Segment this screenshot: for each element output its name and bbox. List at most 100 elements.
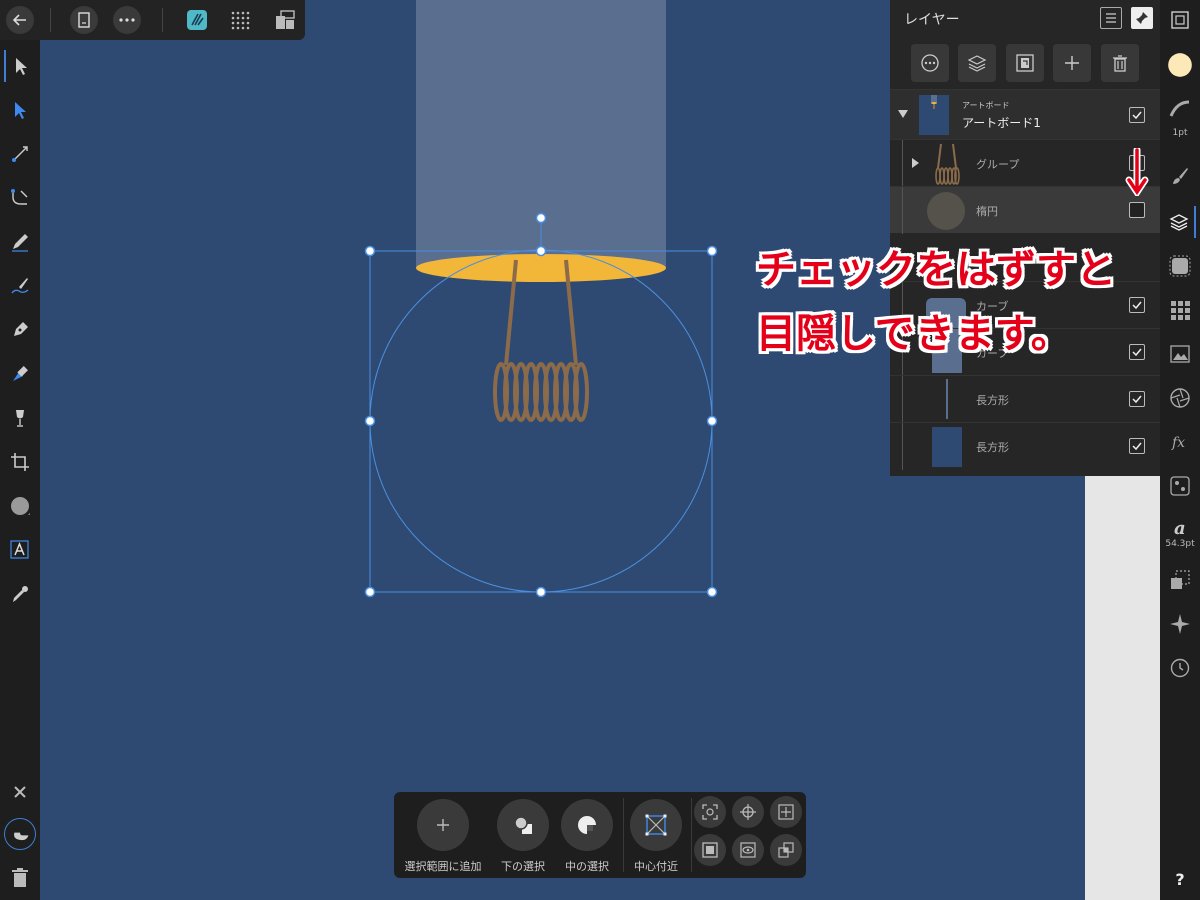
annotation-text: チェックをはずすと 目隠しできます。 <box>756 238 1156 366</box>
help-button[interactable]: ? <box>1160 870 1200 889</box>
layers-icon <box>1169 214 1189 231</box>
pencil-tool[interactable] <box>4 226 36 258</box>
layer-thumbnail <box>946 379 948 419</box>
styles-icon <box>1170 476 1190 496</box>
rotation-handle[interactable] <box>535 212 547 224</box>
appearance-button[interactable] <box>1164 382 1196 414</box>
color-picker-tool[interactable] <box>4 578 36 610</box>
resize-handle-br[interactable] <box>706 586 718 598</box>
snap-option-6-button[interactable] <box>770 834 802 866</box>
crop-tool[interactable] <box>4 446 36 478</box>
vector-brush-tool[interactable] <box>4 270 36 302</box>
brushes-button[interactable] <box>1164 160 1196 192</box>
snapping-button[interactable] <box>4 818 36 850</box>
snap-option-4-button[interactable] <box>694 834 726 866</box>
snapping-compass-button[interactable] <box>1164 608 1196 640</box>
snap-frame-icon <box>702 842 718 858</box>
more-button[interactable] <box>113 6 141 34</box>
point-transform-tool[interactable] <box>4 138 36 170</box>
select-under-button[interactable] <box>497 799 549 851</box>
assets-button[interactable] <box>1164 338 1196 370</box>
document-icon <box>78 12 90 28</box>
resize-handle-b[interactable] <box>535 586 547 598</box>
trash-icon <box>1113 55 1127 72</box>
add-layer-button[interactable] <box>1053 44 1091 82</box>
close-button[interactable] <box>4 776 36 808</box>
arrow-left-icon <box>12 14 26 26</box>
node-tool[interactable] <box>4 94 36 126</box>
mask-button[interactable] <box>1006 44 1044 82</box>
delete-layer-button[interactable] <box>1101 44 1139 82</box>
layers-button[interactable] <box>1164 206 1196 238</box>
layers-stack-icon <box>967 55 987 72</box>
disclosure-right-icon[interactable] <box>911 157 920 169</box>
shape-tool[interactable] <box>4 490 36 522</box>
resize-handle-r[interactable] <box>706 415 718 427</box>
visibility-checkbox[interactable] <box>1129 391 1145 407</box>
layer-row-group[interactable]: グループ <box>890 139 1160 187</box>
visibility-checkbox[interactable] <box>1129 107 1145 123</box>
snap-option-5-button[interactable] <box>732 834 764 866</box>
visibility-checkbox[interactable] <box>1129 202 1145 218</box>
tools-panel <box>0 40 40 900</box>
text-tool[interactable] <box>4 534 36 566</box>
point-transform-icon <box>12 146 28 162</box>
add-layer-stack-button[interactable] <box>958 44 996 82</box>
stroke-button[interactable] <box>1164 93 1196 125</box>
stock-button[interactable] <box>1164 294 1196 326</box>
pixel-persona-button[interactable] <box>228 8 252 32</box>
aperture-icon <box>1170 388 1190 408</box>
select-inside-label: 中の選択 <box>565 860 609 873</box>
crop-icon <box>11 453 29 471</box>
layer-row-ellipse[interactable]: 楕円 <box>890 186 1160 234</box>
export-persona-button[interactable] <box>273 8 297 32</box>
fill-tool[interactable] <box>4 358 36 390</box>
fx-button[interactable]: fx <box>1164 426 1196 458</box>
transparency-tool[interactable] <box>4 402 36 434</box>
pin-panel-button[interactable] <box>1131 7 1153 29</box>
app-window: レイヤー アートボード アートボード1 グループ 楕円 カーブ カーブ 長方形 … <box>0 0 1200 900</box>
layer-thumbnail <box>935 143 960 185</box>
layer-row-rectangle[interactable]: 長方形 <box>890 375 1160 423</box>
resize-handle-l[interactable] <box>364 415 376 427</box>
snap-option-2-button[interactable] <box>732 796 764 828</box>
transform-icon <box>1171 570 1190 589</box>
visibility-checkbox[interactable] <box>1129 438 1145 454</box>
resize-handle-bl[interactable] <box>364 586 376 598</box>
corner-tool[interactable] <box>4 182 36 214</box>
layer-name: アートボード1 <box>962 116 1041 130</box>
resize-handle-t[interactable] <box>535 245 547 257</box>
navigator-button[interactable] <box>1164 4 1196 36</box>
layer-options-button[interactable] <box>911 44 949 82</box>
add-selection-button[interactable] <box>417 799 469 851</box>
pen-tool[interactable] <box>4 314 36 346</box>
filament[interactable] <box>493 259 589 422</box>
ellipse-shape-icon <box>11 497 30 515</box>
character-button[interactable] <box>1164 470 1196 502</box>
move-tool[interactable] <box>4 50 36 82</box>
layer-row-rectangle-2[interactable]: 長方形 <box>890 422 1160 470</box>
delete-button[interactable] <box>4 862 36 894</box>
snap-option-3-button[interactable] <box>770 796 802 828</box>
document-button[interactable] <box>70 6 98 34</box>
color-button[interactable] <box>1164 49 1196 81</box>
history-button[interactable] <box>1164 652 1196 684</box>
plus-icon <box>437 819 449 831</box>
bulb-base[interactable] <box>416 254 666 282</box>
back-button[interactable] <box>6 6 34 34</box>
disclosure-down-icon[interactable] <box>897 109 909 119</box>
designer-persona-icon <box>187 10 207 30</box>
layer-row-artboard[interactable]: アートボード アートボード1 <box>890 89 1160 139</box>
select-under-label: 下の選択 <box>501 860 545 873</box>
snap-option-1-button[interactable] <box>694 796 726 828</box>
resize-handle-tr[interactable] <box>706 245 718 257</box>
transform-button[interactable] <box>1164 564 1196 596</box>
text-frame-icon <box>10 540 29 559</box>
select-inside-button[interactable] <box>561 799 613 851</box>
panel-menu-button[interactable] <box>1100 7 1122 29</box>
checkmark-icon <box>1132 442 1142 451</box>
effects-button[interactable] <box>1164 250 1196 282</box>
designer-persona-button[interactable] <box>185 8 209 32</box>
center-snap-button[interactable] <box>630 799 682 851</box>
resize-handle-tl[interactable] <box>364 245 376 257</box>
